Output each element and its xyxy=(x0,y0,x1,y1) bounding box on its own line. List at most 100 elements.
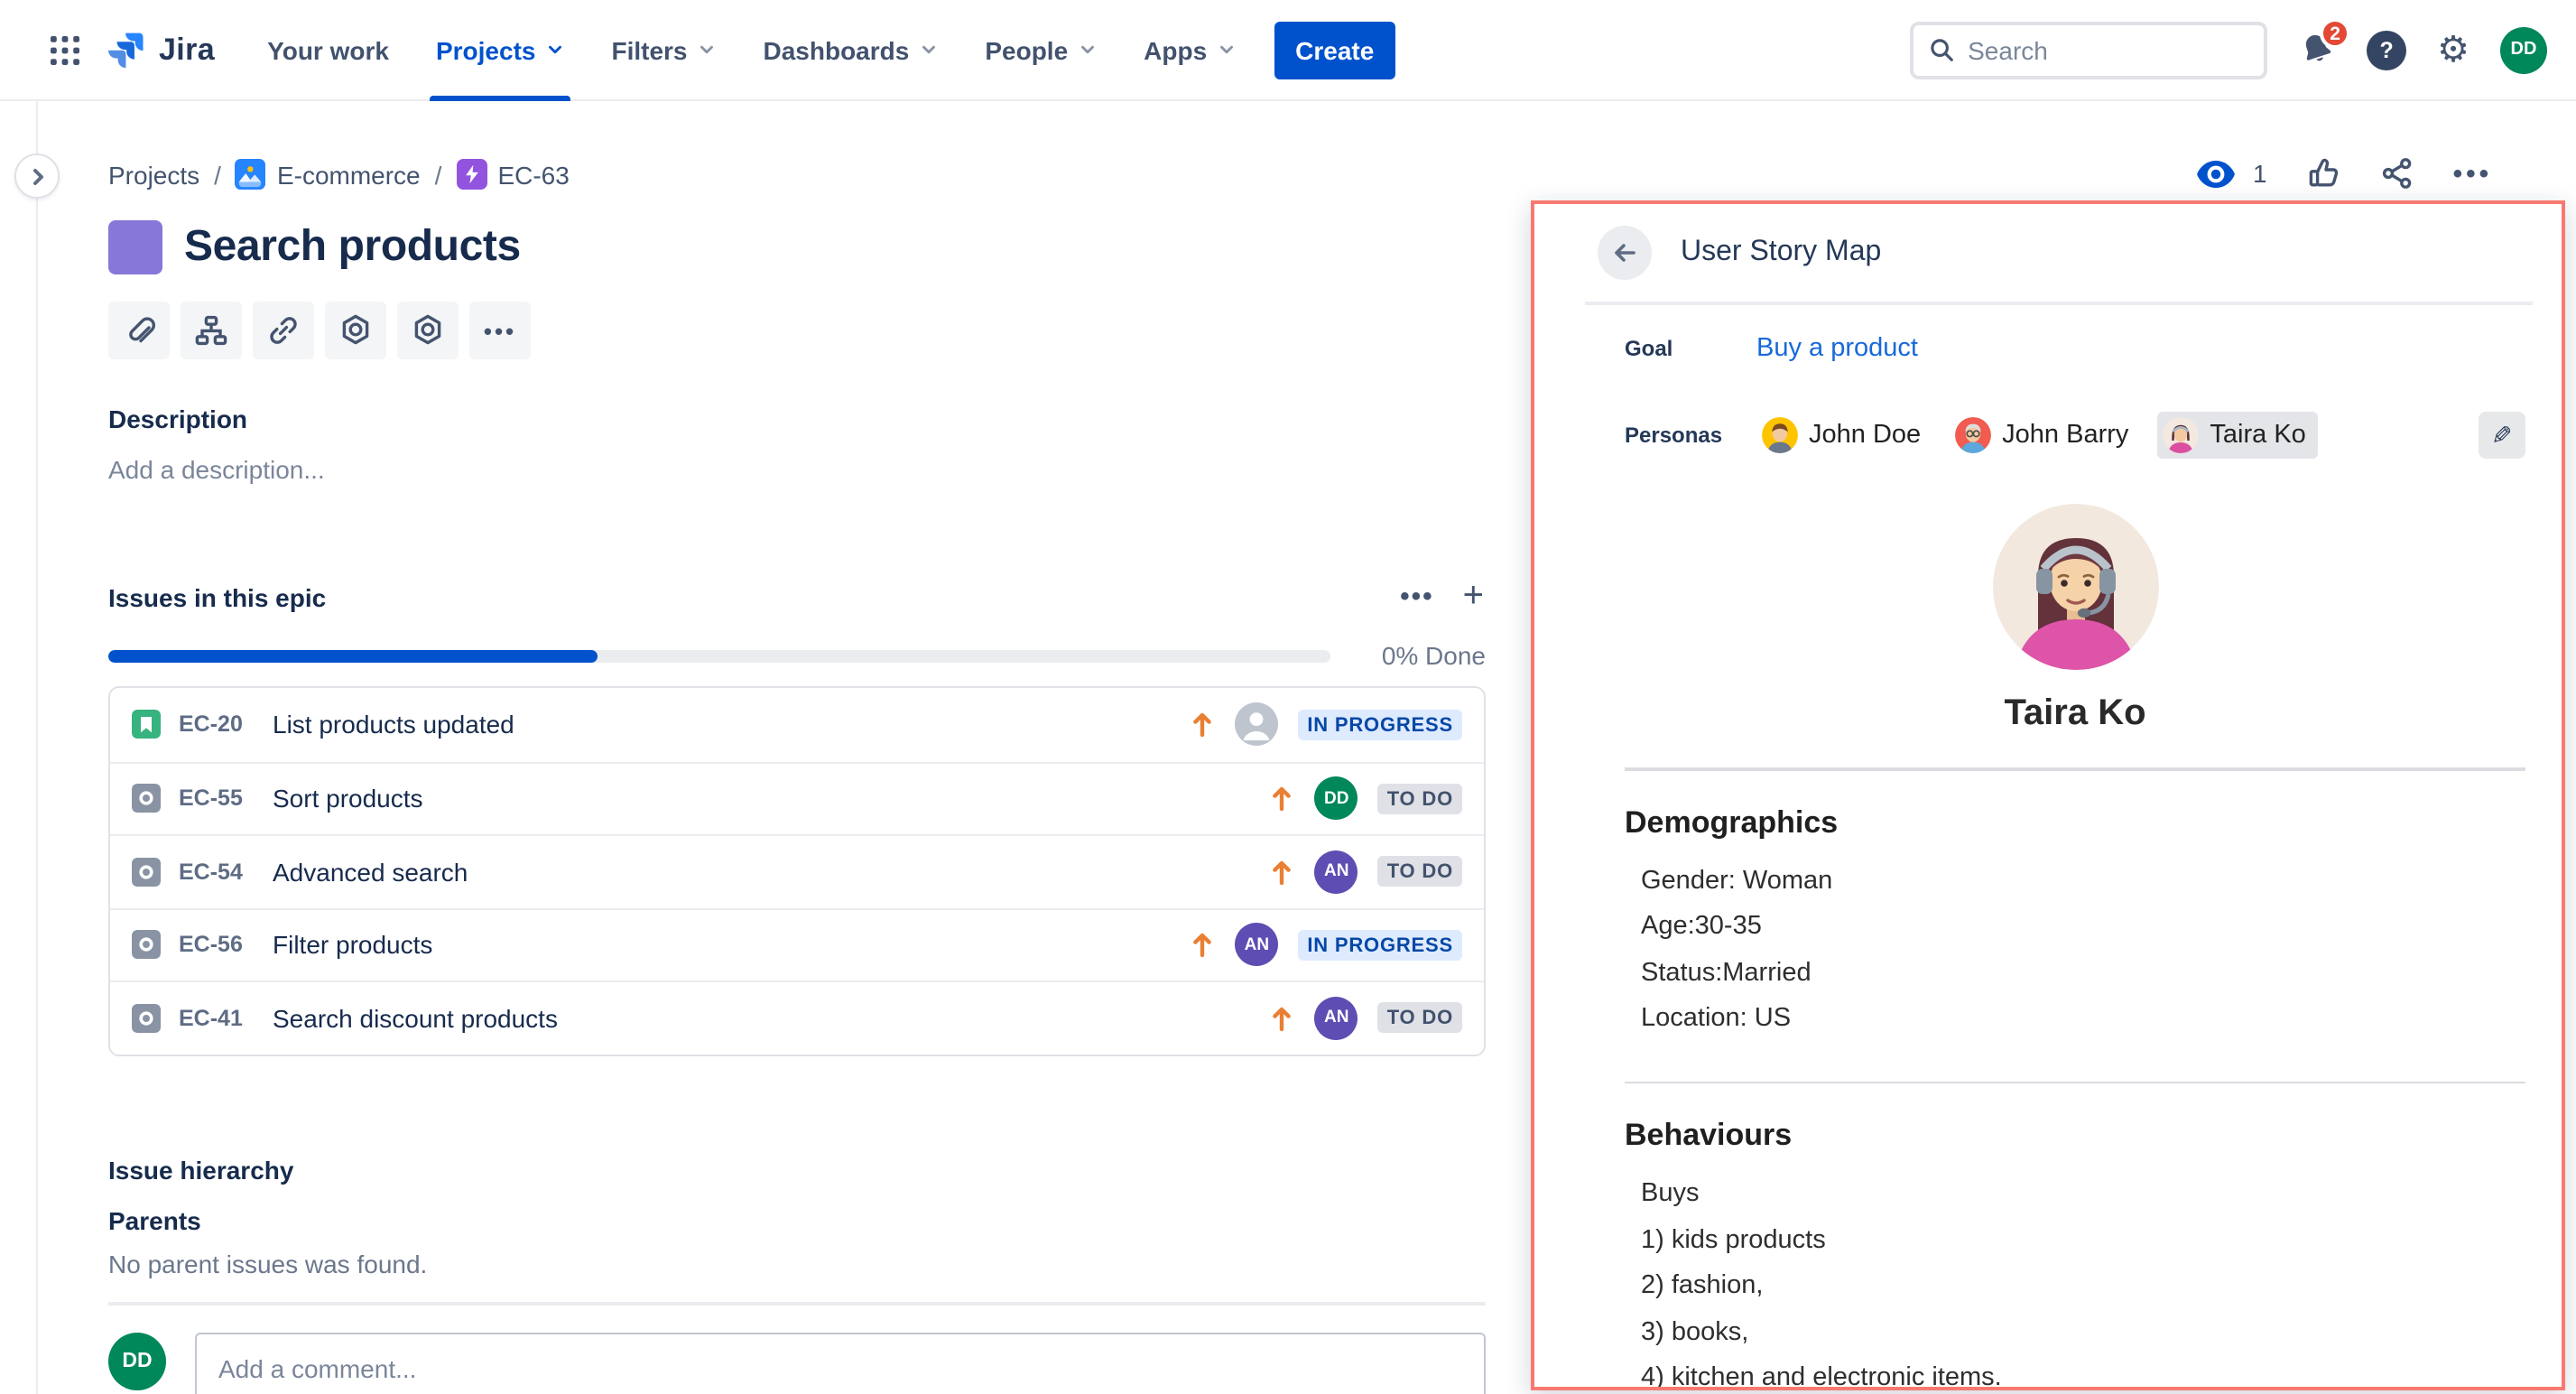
issue-row[interactable]: EC-55 Sort products DD TO DO xyxy=(110,761,1484,834)
issue-summary[interactable]: Search discount products xyxy=(273,1004,1252,1033)
chevron-right-icon xyxy=(26,165,48,187)
description-placeholder[interactable]: Add a description... xyxy=(108,455,1486,484)
status-badge[interactable]: TO DO xyxy=(1378,1003,1462,1034)
ellipsis-icon: ••• xyxy=(2453,158,2493,189)
taira-ko-portrait-image xyxy=(1992,504,2158,670)
notification-count-badge: 2 xyxy=(2320,18,2350,49)
nav-item-filters[interactable]: Filters xyxy=(595,0,732,100)
edit-personas-button[interactable]: ✎ xyxy=(2479,412,2525,459)
breadcrumb-issue[interactable]: EC-63 xyxy=(456,159,569,190)
epic-issue-list: EC-20 List products updated IN PROGRESS xyxy=(108,686,1486,1055)
page-title: Search products xyxy=(184,222,521,273)
nav-item-dashboards[interactable]: Dashboards xyxy=(747,0,955,100)
profile-avatar[interactable]: DD xyxy=(2500,26,2547,73)
behaviours-list: Buys 1) kids products 2) fashion, 3) boo… xyxy=(1625,1172,2525,1390)
status-badge[interactable]: IN PROGRESS xyxy=(1298,710,1462,740)
issue-type-icon xyxy=(132,1004,161,1033)
epic-progress-row: 0% Done xyxy=(108,641,1486,670)
add-issue-button[interactable]: + xyxy=(1463,576,1486,618)
divider xyxy=(108,1301,1486,1305)
pencil-icon: ✎ xyxy=(2491,420,2512,451)
assignee-avatar[interactable]: AN xyxy=(1315,997,1358,1040)
more-actions-button[interactable]: ••• xyxy=(2453,158,2493,189)
assignee-avatar[interactable]: AN xyxy=(1235,924,1278,967)
attach-button[interactable] xyxy=(108,302,170,359)
assignee-avatar-unassigned[interactable] xyxy=(1235,703,1278,747)
priority-high-icon xyxy=(1270,785,1295,813)
nav-item-projects[interactable]: Projects xyxy=(420,0,581,100)
app-switcher-icon[interactable] xyxy=(36,21,94,79)
link-issue-button[interactable] xyxy=(253,302,314,359)
panel-title: User Story Map xyxy=(1681,237,1881,269)
share-button[interactable] xyxy=(2379,155,2415,191)
settings-button[interactable]: ⚙ xyxy=(2437,32,2469,68)
issue-row[interactable]: EC-56 Filter products AN IN PROGRESS xyxy=(110,907,1484,980)
issue-row[interactable]: EC-54 Advanced search AN TO DO xyxy=(110,834,1484,907)
link-icon xyxy=(265,312,301,348)
arrow-left-icon xyxy=(1610,238,1639,267)
persona-chips: John Doe xyxy=(1756,412,2479,459)
nav-item-people[interactable]: People xyxy=(968,0,1113,100)
epic-color-icon[interactable] xyxy=(108,220,162,274)
issue-summary[interactable]: Filter products xyxy=(273,931,1172,960)
question-icon: ? xyxy=(2379,37,2393,62)
comment-avatar[interactable]: DD xyxy=(108,1332,166,1389)
demographic-item: Location: US xyxy=(1641,997,2525,1043)
no-parents-text: No parent issues was found. xyxy=(108,1249,1486,1278)
expand-sidebar-button[interactable] xyxy=(14,153,60,199)
breadcrumb-projects[interactable]: Projects xyxy=(108,160,199,189)
notifications-button[interactable]: 2 xyxy=(2298,31,2336,69)
persona-chip-taira-ko[interactable]: Taira Ko xyxy=(2157,412,2318,459)
issue-summary[interactable]: Sort products xyxy=(273,785,1252,813)
chevron-down-icon xyxy=(1077,40,1097,60)
nav-item-apps[interactable]: Apps xyxy=(1127,0,1252,100)
comment-input[interactable] xyxy=(195,1332,1486,1394)
issue-summary[interactable]: List products updated xyxy=(273,711,1172,739)
assignee-avatar[interactable]: AN xyxy=(1315,850,1358,894)
create-button[interactable]: Create xyxy=(1274,21,1395,79)
search-input[interactable] xyxy=(1968,35,2220,64)
ellipsis-icon: ••• xyxy=(484,317,516,344)
goal-row: Goal Buy a product xyxy=(1625,334,2525,363)
issue-row[interactable]: EC-20 List products updated IN PROGRESS xyxy=(110,688,1484,761)
status-badge[interactable]: TO DO xyxy=(1378,784,1462,814)
persona-name: John Doe xyxy=(1809,421,1921,450)
status-badge[interactable]: TO DO xyxy=(1378,857,1462,888)
panel-body: Goal Buy a product Personas xyxy=(1534,305,2562,1390)
like-button[interactable] xyxy=(2305,155,2341,191)
more-toolbar-button[interactable]: ••• xyxy=(469,302,531,359)
nav-item-your-work[interactable]: Your work xyxy=(251,0,405,100)
jira-logo-text: Jira xyxy=(159,32,215,68)
persona-name: Taira Ko xyxy=(2210,421,2305,450)
main-content: Projects / E-commerce / EC-63 xyxy=(108,159,1486,1394)
chevron-down-icon xyxy=(918,40,938,60)
epic-more-button[interactable]: ••• xyxy=(1400,581,1434,612)
global-search[interactable] xyxy=(1910,21,2267,79)
goal-link[interactable]: Buy a product xyxy=(1756,334,1918,363)
watch-button[interactable]: 1 xyxy=(2195,158,2267,189)
add-child-issue-button[interactable] xyxy=(181,302,242,359)
sidebar-divider xyxy=(36,101,38,1394)
persona-chip-john-barry[interactable]: John Barry xyxy=(1950,412,2141,459)
status-badge[interactable]: IN PROGRESS xyxy=(1298,930,1462,961)
priority-high-icon xyxy=(1190,711,1215,739)
assignee-avatar[interactable]: DD xyxy=(1315,777,1358,821)
issue-type-icon xyxy=(132,858,161,887)
app-action-button-2[interactable] xyxy=(397,302,459,359)
chevron-down-icon xyxy=(697,40,717,60)
issue-hierarchy-heading: Issue hierarchy xyxy=(108,1155,1486,1184)
grid-icon xyxy=(49,33,81,66)
jira-logo[interactable]: Jira xyxy=(108,29,215,70)
app-action-button[interactable] xyxy=(325,302,386,359)
breadcrumb-project[interactable]: E-commerce xyxy=(236,159,421,190)
back-button[interactable] xyxy=(1598,226,1652,280)
jira-epic-page: Jira Your work Projects Filters Dashboar… xyxy=(0,0,2576,1394)
behaviour-item: 3) books, xyxy=(1641,1310,2525,1356)
behaviour-item: 2) fashion, xyxy=(1641,1264,2525,1310)
issue-summary[interactable]: Advanced search xyxy=(273,858,1252,887)
help-button[interactable]: ? xyxy=(2367,30,2406,70)
demographic-item: Age:30-35 xyxy=(1641,905,2525,951)
persona-chip-john-doe[interactable]: John Doe xyxy=(1756,412,1933,459)
issue-row[interactable]: EC-41 Search discount products AN TO DO xyxy=(110,980,1484,1054)
divider xyxy=(1625,1081,2525,1083)
